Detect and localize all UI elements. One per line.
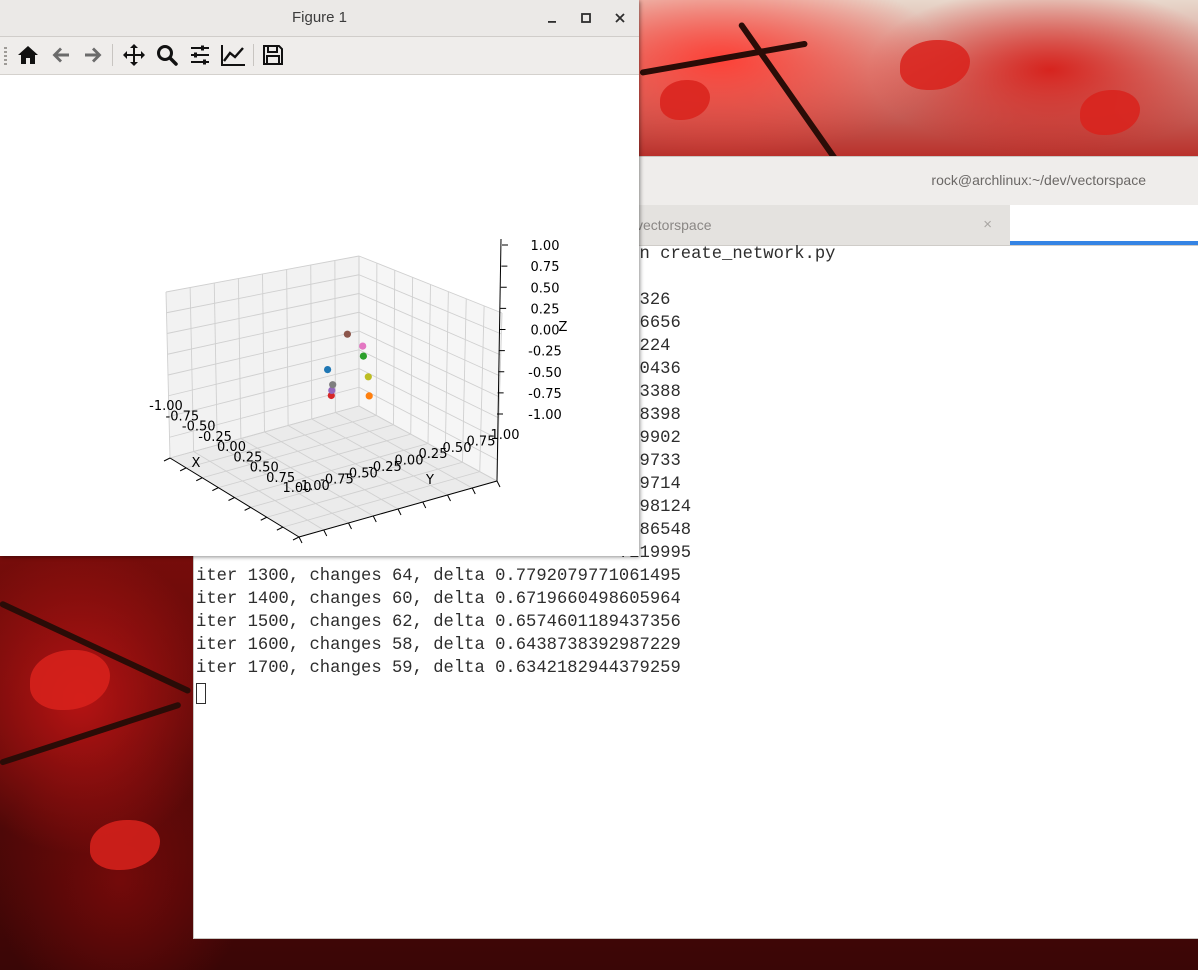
toolbar-grip[interactable] [4, 47, 7, 65]
x-tick [292, 536, 300, 541]
data-point [329, 381, 337, 389]
maximize-button[interactable] [574, 6, 598, 30]
x-tick [244, 506, 251, 511]
z-tick-label: -1.00 [528, 408, 562, 423]
y-tick [496, 480, 501, 488]
terminal-line: iter 1400, changes 60, delta 0.671966049… [196, 590, 681, 609]
close-icon[interactable]: × [983, 216, 992, 233]
close-button[interactable] [608, 6, 632, 30]
plot-canvas[interactable]: -1.00 -0.75 -0.50 -0.25 0.00 0.25 0.50 0.75 1.00… [0, 75, 639, 556]
x-tick [196, 477, 203, 482]
y-tick [372, 515, 377, 523]
wallpaper-leaf [900, 40, 970, 90]
figure-toolbar [0, 37, 639, 75]
y-tick [298, 536, 303, 544]
y-tick [471, 487, 476, 495]
data-point [364, 373, 372, 381]
home-button[interactable] [14, 41, 42, 69]
x-tick [163, 457, 171, 462]
terminal-line: iter 1700, changes 59, delta 0.634218294… [196, 659, 681, 678]
z-tick-label: 0.25 [531, 302, 560, 317]
configure-subplots-button[interactable] [186, 41, 214, 69]
y-tick [397, 508, 402, 516]
arrow-left-icon [52, 47, 69, 63]
sliders-icon [191, 45, 209, 65]
z-tick-label: 1.00 [531, 239, 560, 254]
save-button[interactable] [259, 41, 287, 69]
close-icon [615, 13, 625, 23]
terminal-cursor [196, 683, 206, 704]
toolbar-separator [253, 44, 254, 66]
wallpaper-branch [639, 40, 808, 76]
scatter-3d-chart[interactable]: -1.00 -0.75 -0.50 -0.25 0.00 0.25 0.50 0.75 1.00… [0, 75, 639, 556]
z-tick-label: -0.50 [528, 366, 562, 381]
toolbar-separator [112, 44, 113, 66]
z-tick-label: 0.75 [531, 260, 560, 275]
terminal-title: rock@archlinux:~/dev/vectorspace [931, 172, 1146, 188]
zoom-icon [157, 45, 178, 66]
x-axis-label: X [192, 456, 201, 471]
edit-axes-button[interactable] [219, 41, 247, 69]
wallpaper-leaf [660, 80, 710, 120]
y-tick [447, 494, 451, 502]
x-tick [276, 526, 284, 531]
z-tick-label: -0.75 [528, 387, 562, 402]
figure-titlebar[interactable]: Figure 1 [0, 0, 639, 37]
back-button[interactable] [47, 41, 75, 69]
z-tick-label: 0.00 [531, 324, 560, 339]
maximize-icon [581, 13, 591, 23]
z-axis-label: Z [559, 320, 568, 335]
terminal-line: iter 1300, changes 64, delta 0.779207977… [196, 567, 681, 586]
x-tick [228, 497, 235, 501]
y-tick [348, 522, 352, 530]
tab-label: vectorspace [636, 217, 712, 233]
pan-button[interactable] [120, 41, 148, 69]
wallpaper-branch [0, 701, 182, 766]
y-tick [323, 529, 328, 537]
terminal-line: iter 1500, changes 62, delta 0.657460118… [196, 613, 681, 632]
x-tick [260, 516, 267, 521]
move-icon [123, 44, 145, 66]
terminal-line: iter 1600, changes 58, delta 0.643873839… [196, 636, 681, 655]
y-tick [422, 501, 427, 509]
arrow-right-icon [85, 47, 102, 63]
terminal-tab-active[interactable] [1010, 205, 1198, 245]
y-axis-label: Y [425, 473, 434, 488]
floppy-disk-icon [263, 45, 283, 65]
home-icon [18, 46, 38, 64]
zoom-button[interactable] [153, 41, 181, 69]
line-chart-icon [221, 45, 245, 66]
data-point [365, 392, 373, 400]
x-tick [212, 487, 219, 492]
y-tick-label: 1.00 [491, 428, 520, 443]
minimize-button[interactable] [540, 6, 564, 30]
wallpaper-leaf [1080, 90, 1140, 135]
data-point [343, 330, 351, 338]
wallpaper-leaf [90, 820, 160, 870]
data-point [359, 352, 367, 360]
data-point [359, 342, 367, 350]
x-tick [179, 467, 187, 472]
wallpaper-leaf [30, 650, 110, 710]
forward-button[interactable] [79, 41, 107, 69]
minimize-icon [548, 21, 556, 23]
data-point [324, 366, 332, 374]
figure-window[interactable]: Figure 1 -1.00 -0.75 -0.50 -0.25 0.00 0.… [0, 0, 639, 556]
z-tick-label: -0.25 [528, 345, 562, 360]
z-tick-label: 0.50 [531, 281, 560, 296]
